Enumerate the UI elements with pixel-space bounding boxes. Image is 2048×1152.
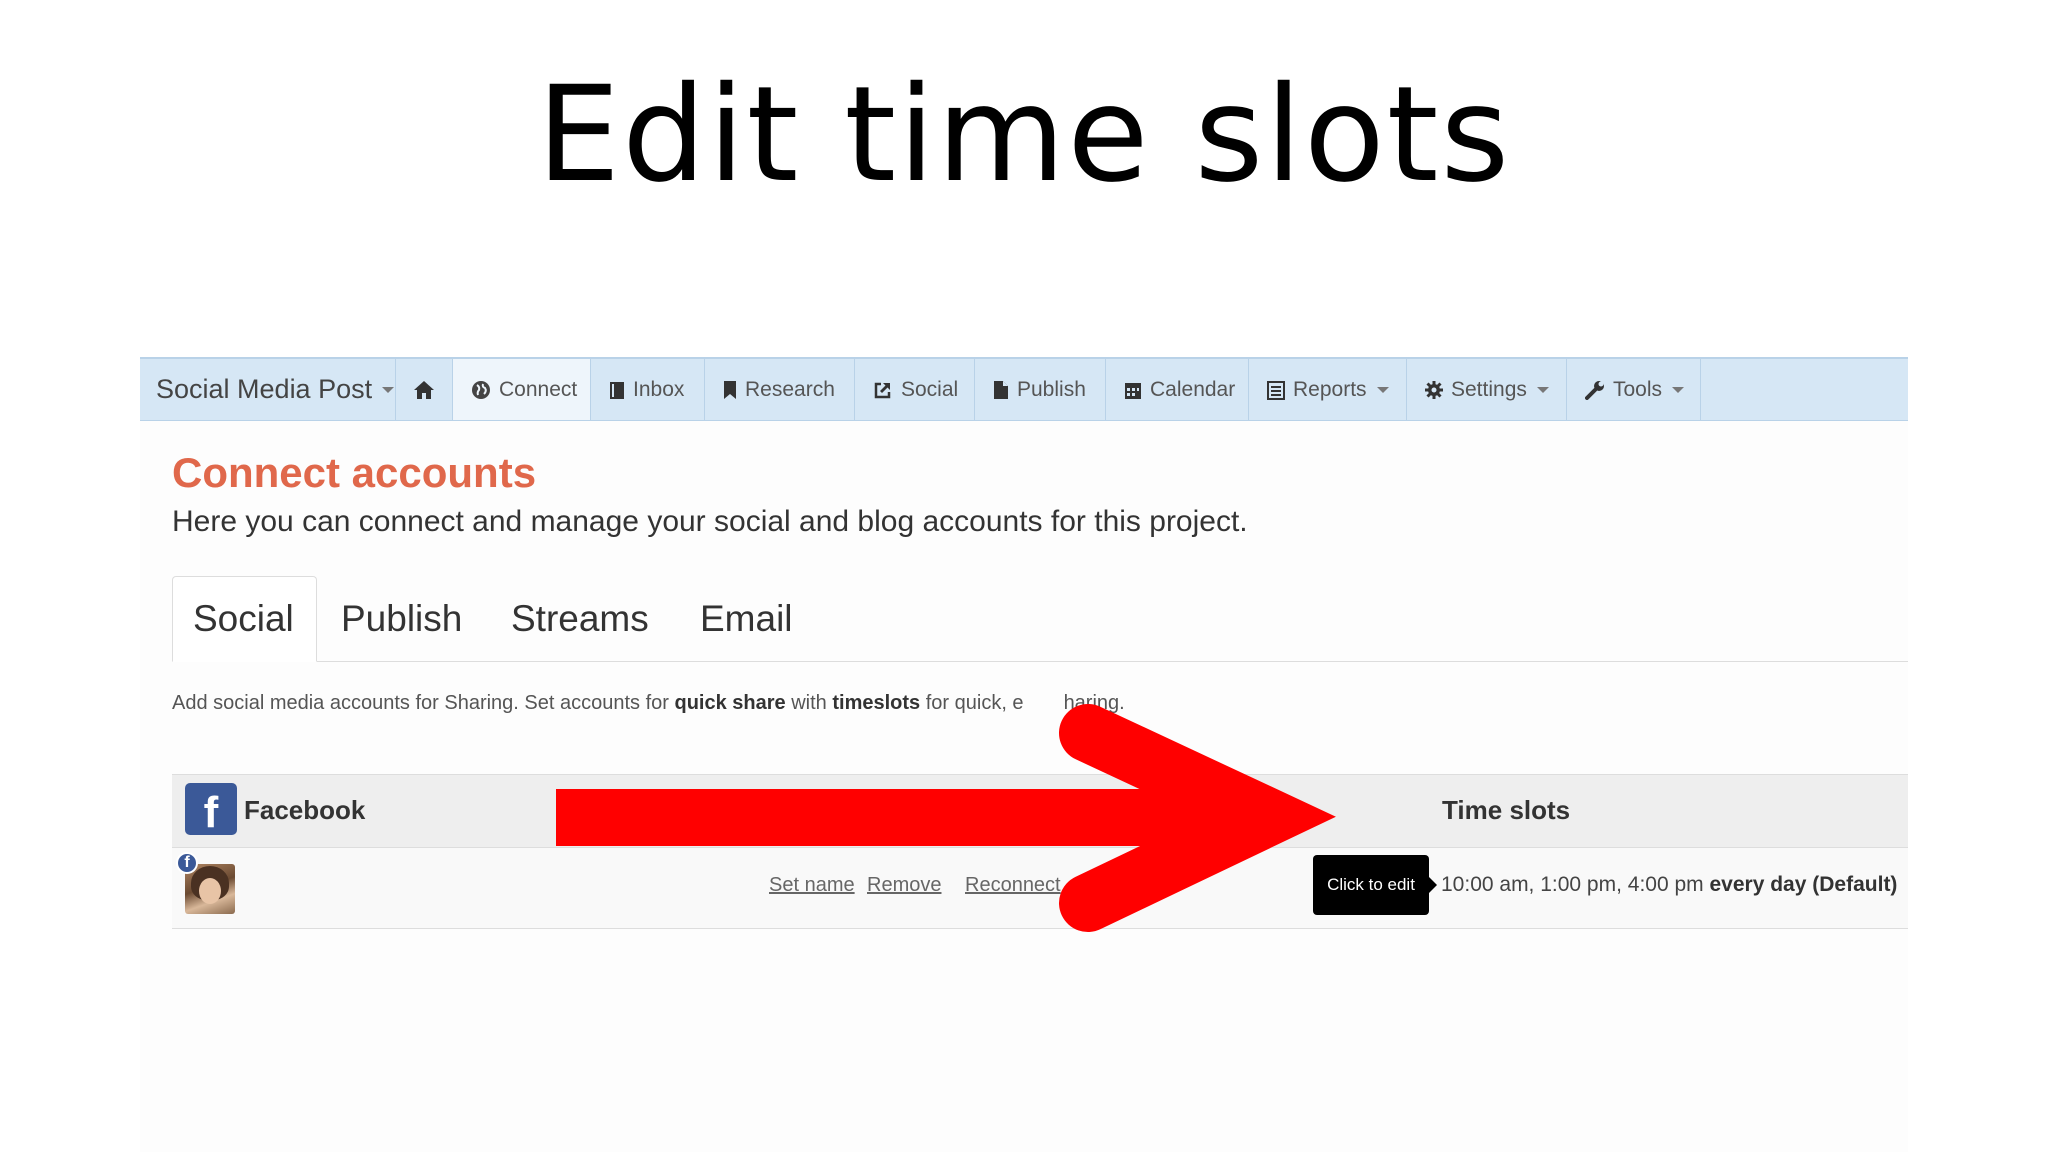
gear-icon [1425, 380, 1443, 399]
tab-streams[interactable]: Streams [511, 576, 649, 662]
help-text-part: Add social media accounts for Sharing. S… [172, 692, 675, 714]
set-name-link[interactable]: Set name [769, 874, 855, 897]
remove-link[interactable]: Remove [867, 874, 941, 897]
nav-reports[interactable]: Reports [1249, 359, 1407, 420]
globe-icon [471, 380, 491, 400]
help-text: Add social media accounts for Sharing. S… [172, 692, 1125, 715]
share-icon [873, 380, 893, 400]
timeslots-header: Time slots [1442, 795, 1571, 825]
chevron-down-icon [1536, 386, 1549, 393]
nav-label: Tools [1613, 377, 1663, 401]
facebook-icon: f [185, 783, 237, 835]
nav-connect[interactable]: Connect [453, 359, 591, 420]
nav-label: Social [901, 377, 959, 401]
app-screenshot: Social Media Post Connect Inbox Research [140, 357, 1908, 1152]
nav-label: Reports [1293, 377, 1367, 401]
nav-settings[interactable]: Settings [1407, 359, 1567, 420]
reconnect-link[interactable]: Reconnect [965, 874, 1061, 897]
nav-label: Calendar [1150, 377, 1236, 401]
nav-label: Settings [1451, 377, 1527, 401]
chevron-down-icon [1376, 386, 1389, 393]
table-row: f Set name Remove Reconnect Click to edi… [172, 848, 1908, 929]
wrench-icon [1585, 380, 1605, 400]
timeslots-value[interactable]: 10:00 am, 1:00 pm, 4:00 pm every day (De… [1441, 873, 1897, 897]
nav-publish[interactable]: Publish [975, 359, 1106, 420]
nav-inbox[interactable]: Inbox [591, 359, 705, 420]
nav-label: Connect [499, 377, 578, 401]
nav-tools[interactable]: Tools [1567, 359, 1701, 420]
tab-social[interactable]: Social [172, 576, 317, 662]
help-text-part: with [785, 692, 833, 714]
account-tabs: Social Publish Streams Email [172, 576, 1908, 662]
click-to-edit-tooltip: Click to edit [1313, 855, 1437, 915]
bookmark-icon [723, 380, 737, 400]
network-name: Facebook [244, 795, 366, 825]
avatar-face [199, 878, 221, 904]
file-icon [993, 380, 1009, 400]
nav-label: Research [745, 377, 835, 401]
slide-title: Edit time slots [536, 58, 1512, 212]
help-text-bold: timeslots [832, 692, 921, 714]
tab-email[interactable]: Email [700, 576, 793, 662]
chevron-down-icon [1672, 386, 1685, 393]
inbox-icon [609, 380, 625, 400]
home-icon [413, 380, 435, 400]
nav-social[interactable]: Social [855, 359, 975, 420]
help-text-part: for quick, e [920, 692, 1024, 714]
navbar: Social Media Post Connect Inbox Research [140, 357, 1908, 421]
brand-menu[interactable]: Social Media Post [140, 359, 396, 420]
timeslots-default: (Default) [1812, 873, 1898, 896]
page-title: Connect accounts [172, 449, 537, 496]
nav-label: Inbox [633, 377, 685, 401]
help-text-bold: quick share [674, 692, 786, 714]
page-subtitle: Here you can connect and manage your soc… [172, 505, 1248, 538]
calendar-icon [1124, 380, 1142, 400]
help-text-part: haring. [1063, 692, 1125, 714]
nav-label: Publish [1017, 377, 1086, 401]
facebook-badge-icon: f [176, 852, 198, 874]
accounts-table-header: f Facebook Time slots [172, 774, 1908, 848]
list-icon [1267, 380, 1285, 400]
nav-research[interactable]: Research [705, 359, 855, 420]
nav-home[interactable] [396, 359, 453, 420]
brand-label: Social Media Post [156, 374, 373, 404]
tab-publish[interactable]: Publish [341, 576, 462, 662]
chevron-down-icon [382, 386, 395, 393]
timeslots-times: 10:00 am, 1:00 pm, 4:00 pm [1441, 873, 1704, 896]
timeslots-frequency: every day [1709, 873, 1807, 896]
nav-calendar[interactable]: Calendar [1106, 359, 1249, 420]
